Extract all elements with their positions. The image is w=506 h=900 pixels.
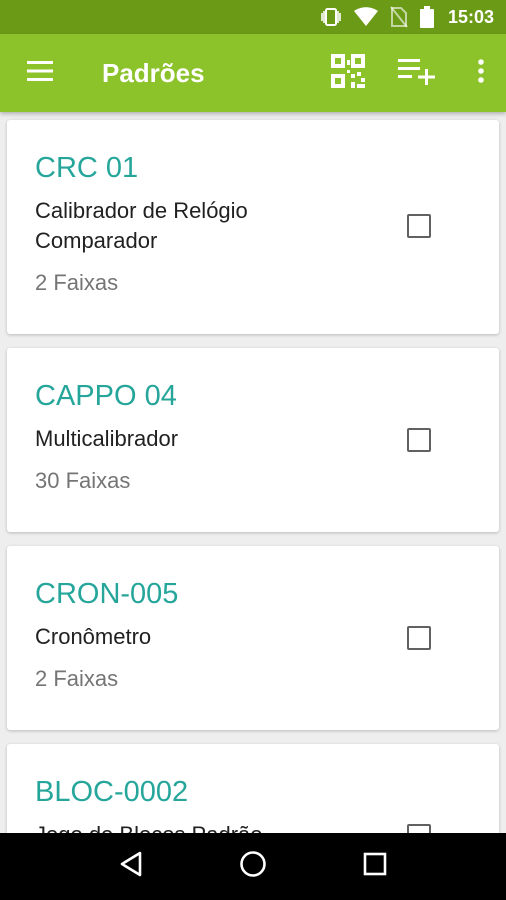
item-code: CAPPO 04 — [35, 380, 177, 412]
vibrate-icon — [320, 7, 342, 27]
qr-code-icon — [331, 53, 365, 93]
more-options-button[interactable] — [456, 34, 506, 112]
home-icon — [239, 850, 267, 883]
item-name: Calibrador de Relógio Comparador — [35, 198, 248, 253]
back-icon — [119, 851, 143, 882]
item-name: Cronômetro — [35, 624, 152, 649]
item-name: Multicalibrador — [35, 426, 179, 451]
list-item[interactable]: BLOC-0002 Jogo de Blocos Padrão — [7, 744, 499, 833]
qr-scan-button[interactable] — [318, 34, 378, 112]
item-checkbox[interactable] — [407, 824, 431, 833]
home-button[interactable] — [223, 833, 283, 900]
item-name: Jogo de Blocos Padrão — [35, 820, 365, 833]
wifi-icon — [353, 7, 378, 27]
back-button[interactable] — [101, 833, 161, 900]
list-item[interactable]: CAPPO 04 Multicalibrador 30 Faixas — [7, 348, 499, 532]
add-to-list-button[interactable] — [378, 34, 456, 112]
status-bar: 15:03 — [0, 0, 506, 34]
app-bar: Padrões — [0, 34, 506, 112]
recents-button[interactable] — [345, 833, 405, 900]
playlist-add-icon — [398, 57, 436, 90]
more-vert-icon — [478, 58, 484, 88]
system-nav-bar — [0, 833, 506, 900]
item-checkbox[interactable] — [407, 214, 431, 238]
menu-button[interactable] — [0, 34, 80, 112]
battery-icon — [419, 6, 434, 28]
standards-list[interactable]: CRC 01 Calibrador de Relógio Comparador … — [0, 112, 506, 833]
no-sim-icon — [390, 6, 408, 28]
recents-icon — [363, 852, 387, 881]
page-title: Padrões — [102, 57, 205, 88]
status-time: 15:03 — [447, 6, 494, 27]
list-item[interactable]: CRC 01 Calibrador de Relógio Comparador … — [7, 120, 499, 334]
item-code: CRON-005 — [35, 578, 179, 610]
item-checkbox[interactable] — [407, 626, 431, 650]
item-code: BLOC-0002 — [35, 776, 189, 808]
item-code: CRC 01 — [35, 152, 139, 184]
menu-icon — [27, 60, 53, 86]
item-ranges: 2 Faixas — [35, 666, 119, 691]
item-checkbox[interactable] — [407, 428, 431, 452]
item-ranges: 2 Faixas — [35, 270, 119, 295]
list-item[interactable]: CRON-005 Cronômetro 2 Faixas — [7, 546, 499, 730]
item-ranges: 30 Faixas — [35, 468, 131, 493]
